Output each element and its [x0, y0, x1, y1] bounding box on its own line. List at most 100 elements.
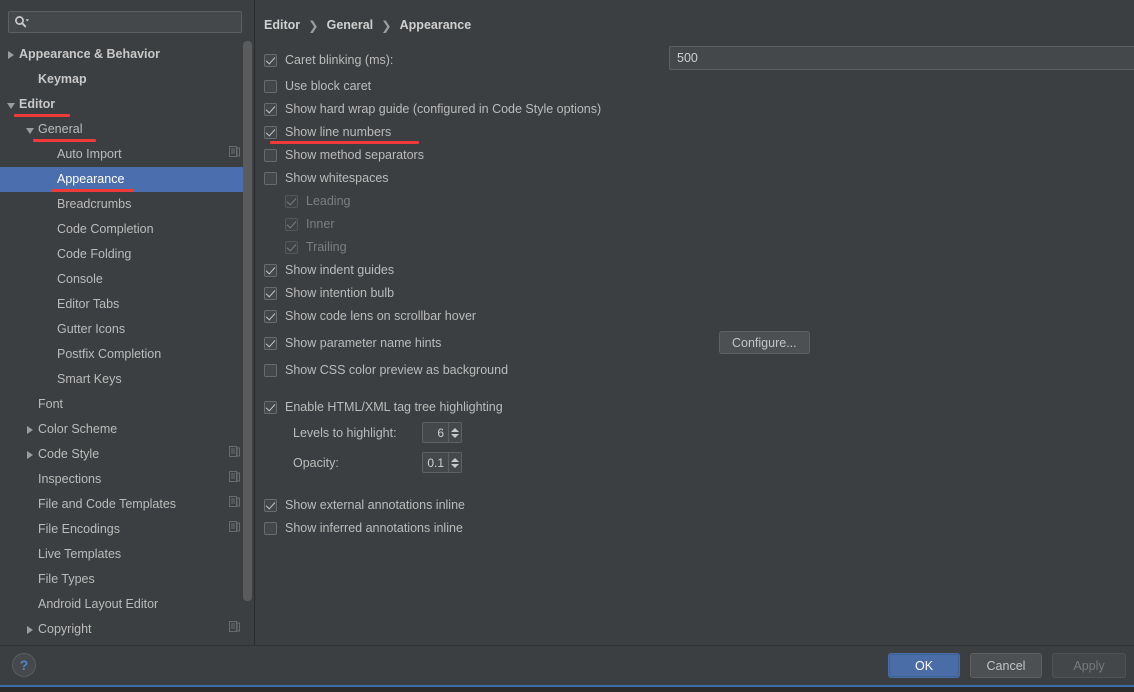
tree-spacer	[25, 567, 38, 592]
option-label-show-hard-wrap-guide-configured-in-code-style-options: Show hard wrap guide (configured in Code…	[285, 102, 601, 116]
sidebar-item-gutter-icons[interactable]: Gutter Icons	[0, 317, 246, 342]
sidebar-item-color-scheme[interactable]: Color Scheme	[0, 417, 246, 442]
sidebar-item-appearance-behavior[interactable]: Appearance & Behavior	[0, 42, 246, 67]
sidebar-item-android-layout-editor[interactable]: Android Layout Editor	[0, 592, 246, 617]
sidebar-item-label: Android Layout Editor	[38, 592, 158, 617]
sidebar-item-inspections[interactable]: Inspections	[0, 467, 246, 492]
checkbox-use-block-caret[interactable]	[264, 80, 277, 93]
checkbox-leading[interactable]	[285, 195, 298, 208]
checkbox-show-method-separators[interactable]	[264, 149, 277, 162]
sidebar-item-label: Keymap	[38, 67, 87, 92]
breadcrumb-item[interactable]: Editor	[264, 18, 300, 32]
checkbox-show-intention-bulb[interactable]	[264, 287, 277, 300]
tree-spacer	[44, 292, 57, 317]
checkbox-show-indent-guides[interactable]	[264, 264, 277, 277]
checkbox-show-css-color-preview-as-background[interactable]	[264, 364, 277, 377]
checkbox-show-code-lens-on-scrollbar-hover[interactable]	[264, 310, 277, 323]
chevron-right-icon[interactable]	[25, 442, 38, 467]
sidebar-item-label: Inspections	[38, 467, 101, 492]
ok-button[interactable]: OK	[888, 653, 960, 678]
levels-to-highlight-stepper[interactable]: 6	[422, 422, 462, 443]
chevron-right-icon[interactable]	[6, 42, 19, 67]
sidebar-item-file-encodings[interactable]: File Encodings	[0, 517, 246, 542]
checkbox-show-parameter-name-hints[interactable]	[264, 337, 277, 350]
option-leading[interactable]: Leading	[285, 191, 351, 211]
settings-tree[interactable]: Appearance & BehaviorKeymapEditorGeneral…	[0, 42, 246, 642]
stepper-arrows-icon[interactable]	[448, 423, 461, 442]
option-show-whitespaces[interactable]: Show whitespaces	[264, 168, 389, 188]
tree-spacer	[25, 67, 38, 92]
checkbox-caret-blinking[interactable]	[264, 54, 277, 67]
configure-button[interactable]: Configure...	[719, 331, 810, 354]
checkbox-inner[interactable]	[285, 218, 298, 231]
sidebar-item-live-templates[interactable]: Live Templates	[0, 542, 246, 567]
sidebar-item-code-completion[interactable]: Code Completion	[0, 217, 246, 242]
option-label-show-indent-guides: Show indent guides	[285, 263, 394, 277]
search-input[interactable]	[8, 11, 242, 33]
sidebar-item-code-folding[interactable]: Code Folding	[0, 242, 246, 267]
sidebar-item-label: Code Completion	[57, 217, 154, 242]
sidebar-item-console[interactable]: Console	[0, 267, 246, 292]
chevron-right-icon[interactable]	[25, 617, 38, 642]
cancel-button[interactable]: Cancel	[970, 653, 1042, 678]
search-row	[8, 11, 242, 33]
scope-icon	[229, 517, 240, 542]
option-show-indent-guides[interactable]: Show indent guides	[264, 260, 394, 280]
option-show-hard-wrap-guide-configured-in-code-style-options[interactable]: Show hard wrap guide (configured in Code…	[264, 99, 601, 119]
sidebar-item-auto-import[interactable]: Auto Import	[0, 142, 246, 167]
checkbox-show-hard-wrap-guide-configured-in-code-style-options[interactable]	[264, 103, 277, 116]
option-trailing[interactable]: Trailing	[285, 237, 347, 257]
sidebar-item-code-style[interactable]: Code Style	[0, 442, 246, 467]
option-inner[interactable]: Inner	[285, 214, 335, 234]
option-show-method-separators[interactable]: Show method separators	[264, 145, 424, 165]
opacity-stepper[interactable]: 0.1	[422, 452, 462, 473]
sidebar-item-breadcrumbs[interactable]: Breadcrumbs	[0, 192, 246, 217]
checkbox-show-inferred-annotations-inline[interactable]	[264, 522, 277, 535]
sidebar-item-editor-tabs[interactable]: Editor Tabs	[0, 292, 246, 317]
sidebar-item-font[interactable]: Font	[0, 392, 246, 417]
sidebar-item-postfix-completion[interactable]: Postfix Completion	[0, 342, 246, 367]
option-use-block-caret[interactable]: Use block caret	[264, 76, 371, 96]
option-show-css-color-preview-as-background[interactable]: Show CSS color preview as background	[264, 360, 508, 380]
option-show-code-lens-on-scrollbar-hover[interactable]: Show code lens on scrollbar hover	[264, 306, 476, 326]
sidebar-item-label: Code Style	[38, 442, 99, 467]
option-enable-html-xml-tag-tree-highlighting[interactable]: Enable HTML/XML tag tree highlighting	[264, 397, 503, 417]
scope-icon	[229, 142, 240, 167]
sidebar-item-file-and-code-templates[interactable]: File and Code Templates	[0, 492, 246, 517]
settings-main-panel: Editor❯General❯Appearance Caret blinking…	[256, 0, 1134, 645]
chevron-right-icon[interactable]	[25, 417, 38, 442]
option-show-intention-bulb[interactable]: Show intention bulb	[264, 283, 394, 303]
scope-icon	[229, 492, 240, 517]
sidebar-item-file-types[interactable]: File Types	[0, 567, 246, 592]
option-label-show-external-annotations-inline: Show external annotations inline	[285, 498, 465, 512]
sidebar-item-label: Appearance & Behavior	[19, 42, 160, 67]
sidebar-item-smart-keys[interactable]: Smart Keys	[0, 367, 246, 392]
option-caret-blinking[interactable]: Caret blinking (ms):	[264, 50, 393, 70]
option-show-inferred-annotations-inline[interactable]: Show inferred annotations inline	[264, 518, 463, 538]
checkbox-trailing[interactable]	[285, 241, 298, 254]
sidebar-item-label: Copyright	[38, 617, 92, 642]
help-icon[interactable]: ?	[12, 653, 36, 677]
tree-spacer	[44, 242, 57, 267]
option-show-external-annotations-inline[interactable]: Show external annotations inline	[264, 495, 465, 515]
breadcrumb-item[interactable]: Appearance	[400, 18, 472, 32]
checkbox-show-whitespaces[interactable]	[264, 172, 277, 185]
option-show-parameter-name-hints[interactable]: Show parameter name hints	[264, 333, 441, 353]
checkbox-show-line-numbers[interactable]	[264, 126, 277, 139]
sidebar-item-label: Postfix Completion	[57, 342, 161, 367]
breadcrumb-item[interactable]: General	[327, 18, 374, 32]
stepper-arrows-icon[interactable]	[448, 453, 461, 472]
option-label-show-code-lens-on-scrollbar-hover: Show code lens on scrollbar hover	[285, 309, 476, 323]
sidebar-scrollbar-thumb[interactable]	[243, 41, 252, 601]
tree-spacer	[44, 367, 57, 392]
sidebar-item-copyright[interactable]: Copyright	[0, 617, 246, 642]
apply-button[interactable]: Apply	[1052, 653, 1126, 678]
sidebar-item-keymap[interactable]: Keymap	[0, 67, 246, 92]
checkbox-show-external-annotations-inline[interactable]	[264, 499, 277, 512]
checkbox-enable-html-xml-tag-tree-highlighting[interactable]	[264, 401, 277, 414]
option-show-line-numbers[interactable]: Show line numbers	[264, 122, 391, 142]
option-label-trailing: Trailing	[306, 240, 347, 254]
option-label-leading: Leading	[306, 194, 351, 208]
caret-blinking-input[interactable]: 500	[669, 46, 1134, 70]
option-label-show-inferred-annotations-inline: Show inferred annotations inline	[285, 521, 463, 535]
